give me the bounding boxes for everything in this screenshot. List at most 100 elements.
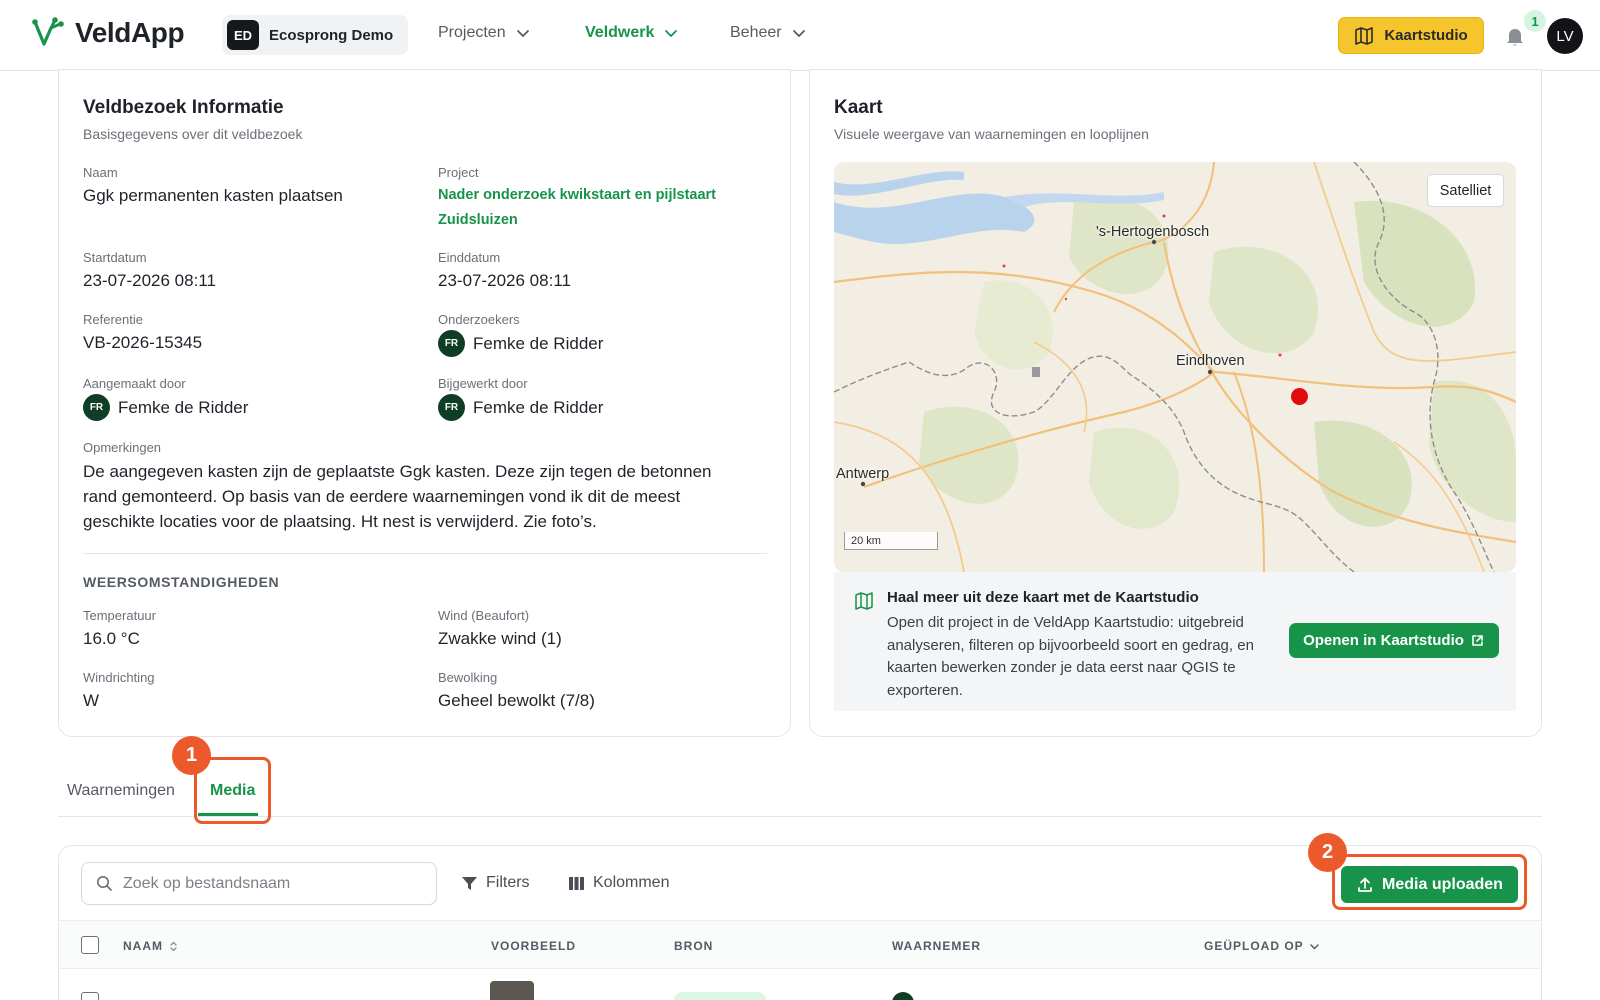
project-link[interactable]: Nader onderzoek kwikstaart en pijlstaart… xyxy=(438,183,738,233)
card-subtitle: Visuele weergave van waarnemingen en loo… xyxy=(834,126,1149,142)
columns-label: Kolommen xyxy=(593,874,670,891)
temperatuur-label: Temperatuur xyxy=(83,608,156,623)
organization-switcher[interactable]: ED Ecosprong Demo xyxy=(222,15,408,55)
avatar: FR xyxy=(83,394,110,421)
filters-button[interactable]: Filters xyxy=(461,874,530,892)
open-kaartstudio-button[interactable]: Openen in Kaartstudio xyxy=(1289,623,1499,658)
map-place-label: Antwerp xyxy=(836,466,890,482)
column-header-label: GEÜPLOAD OP xyxy=(1204,939,1304,953)
bijgewerkt-label: Bijgewerkt door xyxy=(438,376,528,391)
org-badge: ED xyxy=(227,20,259,50)
external-link-icon xyxy=(1472,635,1483,646)
search-field[interactable] xyxy=(81,862,437,905)
wind-value: Zwakke wind (1) xyxy=(438,629,562,648)
opmerkingen-label: Opmerkingen xyxy=(83,440,162,455)
promo-title: Haal meer uit deze kaart met de Kaartstu… xyxy=(887,589,1199,606)
user-avatar[interactable]: LV xyxy=(1547,18,1583,54)
card-title: Veldbezoek Informatie xyxy=(83,97,284,118)
filters-label: Filters xyxy=(486,874,530,891)
map-icon xyxy=(855,592,873,610)
row-checkbox[interactable] xyxy=(81,992,99,1000)
sort-icon xyxy=(170,941,177,951)
bell-icon[interactable] xyxy=(1503,24,1527,48)
chevron-down-icon xyxy=(792,30,805,37)
veldapp-logo-icon xyxy=(32,17,64,46)
nav-veldwerk-label: Veldwerk xyxy=(585,24,655,41)
column-header-geupload-op[interactable]: GEÜPLOAD OP xyxy=(1204,939,1320,953)
windrichting-value: W xyxy=(83,691,100,710)
einddatum-label: Einddatum xyxy=(438,250,501,265)
chevron-down-icon xyxy=(516,30,529,37)
column-header-label: BRON xyxy=(674,939,714,953)
callout-badge: 1 xyxy=(172,736,211,775)
chevron-down-icon xyxy=(1309,943,1319,949)
tab-waarnemingen[interactable]: Waarnemingen xyxy=(67,782,175,800)
promo-text: Open dit project in de VeldApp Kaartstud… xyxy=(887,614,1254,699)
satellite-toggle-button[interactable]: Satelliet xyxy=(1427,174,1504,207)
map-view[interactable]: 's-Hertogenbosch Eindhoven Antwerp Satel… xyxy=(834,162,1516,572)
wind-label: Wind (Beaufort) xyxy=(438,608,530,623)
nav-beheer-label: Beheer xyxy=(730,24,782,41)
notification-badge: 1 xyxy=(1524,10,1546,32)
bijgewerkt-person: FR Femke de Ridder xyxy=(438,394,603,421)
column-header-bron[interactable]: BRON xyxy=(674,939,713,953)
opmerkingen-value: De aangegeven kasten zijn de geplaatste … xyxy=(83,462,712,531)
avatar xyxy=(892,992,914,1000)
onderzoeker-person: FR Femke de Ridder xyxy=(438,330,603,357)
einddatum-value: 23-07-2026 08:11 xyxy=(438,271,571,290)
map-scale: 20 km xyxy=(844,532,938,550)
bewolking-label: Bewolking xyxy=(438,670,498,685)
map-marker[interactable] xyxy=(1291,388,1308,405)
kaartstudio-button[interactable]: Kaartstudio xyxy=(1338,17,1484,54)
weather-heading: WEERSOMSTANDIGHEDEN xyxy=(83,574,280,590)
field-visit-info-card: Veldbezoek Informatie Basisgegevens over… xyxy=(58,69,791,737)
nav-projecten-label: Projecten xyxy=(438,24,506,41)
column-header-waarnemer[interactable]: WAARNEMER xyxy=(892,939,981,953)
map-card: Kaart Visuele weergave van waarnemingen … xyxy=(809,69,1542,737)
status-badge xyxy=(673,992,767,1000)
columns-button[interactable]: Kolommen xyxy=(568,874,669,892)
search-icon xyxy=(97,876,112,891)
startdatum-label: Startdatum xyxy=(83,250,147,265)
column-header-label: VOORBEELD xyxy=(491,939,577,953)
app-logo[interactable]: VeldApp xyxy=(31,16,185,50)
column-header-label: WAARNEMER xyxy=(892,939,981,953)
map-place-label: Eindhoven xyxy=(1176,353,1245,369)
select-all-checkbox[interactable] xyxy=(81,936,99,954)
temperatuur-value: 16.0 °C xyxy=(83,629,140,648)
app-name: VeldApp xyxy=(75,17,185,48)
windrichting-label: Windrichting xyxy=(83,670,155,685)
onderzoekers-label: Onderzoekers xyxy=(438,312,520,327)
bijgewerkt-name: Femke de Ridder xyxy=(473,397,604,417)
highlight-box-upload xyxy=(1332,854,1527,910)
nav-projecten[interactable]: Projecten xyxy=(438,24,530,42)
filter-icon xyxy=(462,876,477,890)
nav-beheer[interactable]: Beheer xyxy=(730,24,806,42)
onderzoeker-name: Femke de Ridder xyxy=(473,333,604,353)
avatar: FR xyxy=(438,330,465,357)
table-header: NAAM VOORBEELD BRON WAARNEMER GEÜPLOAD O… xyxy=(59,920,1541,969)
callout-badge: 2 xyxy=(1308,833,1347,872)
map-icon xyxy=(1355,26,1374,45)
column-header-naam[interactable]: NAAM xyxy=(123,939,179,953)
columns-icon xyxy=(569,876,584,890)
kaartstudio-promo: Haal meer uit deze kaart met de Kaartstu… xyxy=(834,572,1516,711)
column-header-voorbeeld: VOORBEELD xyxy=(491,939,576,953)
naam-label: Naam xyxy=(83,165,118,180)
column-header-label: NAAM xyxy=(123,939,163,953)
aangemaakt-label: Aangemaakt door xyxy=(83,376,186,391)
org-name: Ecosprong Demo xyxy=(269,26,394,44)
nav-veldwerk[interactable]: Veldwerk xyxy=(585,24,678,42)
card-subtitle: Basisgegevens over dit veldbezoek xyxy=(83,126,303,142)
avatar: FR xyxy=(438,394,465,421)
startdatum-value: 23-07-2026 08:11 xyxy=(83,271,216,290)
chevron-down-icon xyxy=(665,30,678,37)
search-input[interactable] xyxy=(123,874,423,893)
bewolking-value: Geheel bewolkt (7/8) xyxy=(438,691,595,710)
divider xyxy=(83,553,767,554)
referentie-label: Referentie xyxy=(83,312,143,327)
open-kaartstudio-label: Openen in Kaartstudio xyxy=(1303,632,1464,649)
card-title: Kaart xyxy=(834,97,883,118)
aangemaakt-person: FR Femke de Ridder xyxy=(83,394,248,421)
media-thumbnail[interactable] xyxy=(490,981,534,1000)
